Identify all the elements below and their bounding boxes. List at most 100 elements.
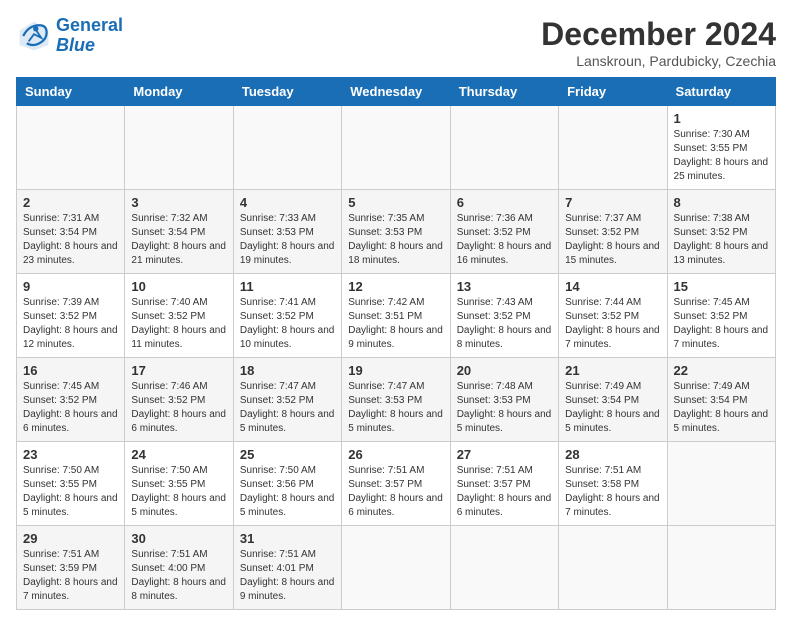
day-number: 26 <box>348 447 443 462</box>
day-number: 18 <box>240 363 335 378</box>
title-block: December 2024 Lanskroun, Pardubicky, Cze… <box>541 16 776 69</box>
calendar-day-cell: 25 Sunrise: 7:50 AM Sunset: 3:56 PM Dayl… <box>233 442 341 526</box>
calendar-day-cell: 11 Sunrise: 7:41 AM Sunset: 3:52 PM Dayl… <box>233 274 341 358</box>
day-number: 3 <box>131 195 226 210</box>
logo-line2: Blue <box>56 35 95 55</box>
calendar-header-wednesday: Wednesday <box>342 78 450 106</box>
calendar-week-row: 23 Sunrise: 7:50 AM Sunset: 3:55 PM Dayl… <box>17 442 776 526</box>
day-number: 31 <box>240 531 335 546</box>
day-info: Sunrise: 7:31 AM Sunset: 3:54 PM Dayligh… <box>23 212 118 268</box>
calendar-day-cell: 12 Sunrise: 7:42 AM Sunset: 3:51 PM Dayl… <box>342 274 450 358</box>
day-info: Sunrise: 7:51 AM Sunset: 4:01 PM Dayligh… <box>240 548 335 604</box>
calendar-day-cell: 27 Sunrise: 7:51 AM Sunset: 3:57 PM Dayl… <box>450 442 558 526</box>
day-number: 23 <box>23 447 118 462</box>
calendar-day-cell: 8 Sunrise: 7:38 AM Sunset: 3:52 PM Dayli… <box>667 190 775 274</box>
day-number: 21 <box>565 363 660 378</box>
day-number: 22 <box>674 363 769 378</box>
calendar-day-cell: 6 Sunrise: 7:36 AM Sunset: 3:52 PM Dayli… <box>450 190 558 274</box>
day-info: Sunrise: 7:51 AM Sunset: 3:58 PM Dayligh… <box>565 464 660 520</box>
day-info: Sunrise: 7:44 AM Sunset: 3:52 PM Dayligh… <box>565 296 660 352</box>
day-number: 5 <box>348 195 443 210</box>
day-info: Sunrise: 7:49 AM Sunset: 3:54 PM Dayligh… <box>565 380 660 436</box>
day-number: 28 <box>565 447 660 462</box>
calendar-header-monday: Monday <box>125 78 233 106</box>
day-info: Sunrise: 7:43 AM Sunset: 3:52 PM Dayligh… <box>457 296 552 352</box>
day-info: Sunrise: 7:51 AM Sunset: 3:57 PM Dayligh… <box>348 464 443 520</box>
calendar-day-cell <box>342 526 450 610</box>
calendar-day-cell: 23 Sunrise: 7:50 AM Sunset: 3:55 PM Dayl… <box>17 442 125 526</box>
day-info: Sunrise: 7:38 AM Sunset: 3:52 PM Dayligh… <box>674 212 769 268</box>
calendar-day-cell: 7 Sunrise: 7:37 AM Sunset: 3:52 PM Dayli… <box>559 190 667 274</box>
calendar-day-cell: 31 Sunrise: 7:51 AM Sunset: 4:01 PM Dayl… <box>233 526 341 610</box>
day-info: Sunrise: 7:33 AM Sunset: 3:53 PM Dayligh… <box>240 212 335 268</box>
day-info: Sunrise: 7:48 AM Sunset: 3:53 PM Dayligh… <box>457 380 552 436</box>
calendar-week-row: 29 Sunrise: 7:51 AM Sunset: 3:59 PM Dayl… <box>17 526 776 610</box>
calendar-day-cell: 24 Sunrise: 7:50 AM Sunset: 3:55 PM Dayl… <box>125 442 233 526</box>
calendar-table: SundayMondayTuesdayWednesdayThursdayFrid… <box>16 77 776 610</box>
calendar-day-cell: 14 Sunrise: 7:44 AM Sunset: 3:52 PM Dayl… <box>559 274 667 358</box>
logo-line1: General <box>56 15 123 35</box>
calendar-day-cell: 4 Sunrise: 7:33 AM Sunset: 3:53 PM Dayli… <box>233 190 341 274</box>
calendar-day-cell: 30 Sunrise: 7:51 AM Sunset: 4:00 PM Dayl… <box>125 526 233 610</box>
day-info: Sunrise: 7:32 AM Sunset: 3:54 PM Dayligh… <box>131 212 226 268</box>
day-info: Sunrise: 7:49 AM Sunset: 3:54 PM Dayligh… <box>674 380 769 436</box>
day-number: 27 <box>457 447 552 462</box>
day-info: Sunrise: 7:30 AM Sunset: 3:55 PM Dayligh… <box>674 128 769 184</box>
day-number: 11 <box>240 279 335 294</box>
calendar-day-cell <box>233 106 341 190</box>
calendar-day-cell: 21 Sunrise: 7:49 AM Sunset: 3:54 PM Dayl… <box>559 358 667 442</box>
day-info: Sunrise: 7:36 AM Sunset: 3:52 PM Dayligh… <box>457 212 552 268</box>
day-number: 9 <box>23 279 118 294</box>
logo: General Blue <box>16 16 123 56</box>
day-number: 7 <box>565 195 660 210</box>
calendar-day-cell: 29 Sunrise: 7:51 AM Sunset: 3:59 PM Dayl… <box>17 526 125 610</box>
day-number: 10 <box>131 279 226 294</box>
day-info: Sunrise: 7:51 AM Sunset: 3:59 PM Dayligh… <box>23 548 118 604</box>
calendar-week-row: 2 Sunrise: 7:31 AM Sunset: 3:54 PM Dayli… <box>17 190 776 274</box>
calendar-week-row: 16 Sunrise: 7:45 AM Sunset: 3:52 PM Dayl… <box>17 358 776 442</box>
calendar-day-cell: 26 Sunrise: 7:51 AM Sunset: 3:57 PM Dayl… <box>342 442 450 526</box>
day-info: Sunrise: 7:51 AM Sunset: 4:00 PM Dayligh… <box>131 548 226 604</box>
calendar-header-saturday: Saturday <box>667 78 775 106</box>
day-number: 19 <box>348 363 443 378</box>
day-info: Sunrise: 7:50 AM Sunset: 3:55 PM Dayligh… <box>23 464 118 520</box>
logo-icon <box>16 18 52 54</box>
day-number: 24 <box>131 447 226 462</box>
day-number: 15 <box>674 279 769 294</box>
day-number: 29 <box>23 531 118 546</box>
day-number: 17 <box>131 363 226 378</box>
calendar-header-row: SundayMondayTuesdayWednesdayThursdayFrid… <box>17 78 776 106</box>
calendar-day-cell: 22 Sunrise: 7:49 AM Sunset: 3:54 PM Dayl… <box>667 358 775 442</box>
calendar-day-cell: 1 Sunrise: 7:30 AM Sunset: 3:55 PM Dayli… <box>667 106 775 190</box>
calendar-day-cell: 28 Sunrise: 7:51 AM Sunset: 3:58 PM Dayl… <box>559 442 667 526</box>
calendar-day-cell: 15 Sunrise: 7:45 AM Sunset: 3:52 PM Dayl… <box>667 274 775 358</box>
calendar-day-cell <box>450 106 558 190</box>
day-info: Sunrise: 7:46 AM Sunset: 3:52 PM Dayligh… <box>131 380 226 436</box>
day-info: Sunrise: 7:37 AM Sunset: 3:52 PM Dayligh… <box>565 212 660 268</box>
calendar-header-tuesday: Tuesday <box>233 78 341 106</box>
calendar-day-cell <box>17 106 125 190</box>
calendar-day-cell <box>559 106 667 190</box>
day-info: Sunrise: 7:50 AM Sunset: 3:56 PM Dayligh… <box>240 464 335 520</box>
day-number: 8 <box>674 195 769 210</box>
day-info: Sunrise: 7:41 AM Sunset: 3:52 PM Dayligh… <box>240 296 335 352</box>
logo-text: General Blue <box>56 16 123 56</box>
calendar-day-cell <box>667 526 775 610</box>
calendar-day-cell: 19 Sunrise: 7:47 AM Sunset: 3:53 PM Dayl… <box>342 358 450 442</box>
day-info: Sunrise: 7:35 AM Sunset: 3:53 PM Dayligh… <box>348 212 443 268</box>
day-info: Sunrise: 7:47 AM Sunset: 3:52 PM Dayligh… <box>240 380 335 436</box>
calendar-day-cell <box>450 526 558 610</box>
calendar-day-cell: 5 Sunrise: 7:35 AM Sunset: 3:53 PM Dayli… <box>342 190 450 274</box>
calendar-day-cell <box>559 526 667 610</box>
day-number: 25 <box>240 447 335 462</box>
calendar-day-cell: 2 Sunrise: 7:31 AM Sunset: 3:54 PM Dayli… <box>17 190 125 274</box>
day-number: 13 <box>457 279 552 294</box>
calendar-header-friday: Friday <box>559 78 667 106</box>
day-number: 16 <box>23 363 118 378</box>
calendar-day-cell <box>342 106 450 190</box>
calendar-week-row: 1 Sunrise: 7:30 AM Sunset: 3:55 PM Dayli… <box>17 106 776 190</box>
day-info: Sunrise: 7:40 AM Sunset: 3:52 PM Dayligh… <box>131 296 226 352</box>
day-number: 14 <box>565 279 660 294</box>
day-number: 6 <box>457 195 552 210</box>
calendar-day-cell: 20 Sunrise: 7:48 AM Sunset: 3:53 PM Dayl… <box>450 358 558 442</box>
